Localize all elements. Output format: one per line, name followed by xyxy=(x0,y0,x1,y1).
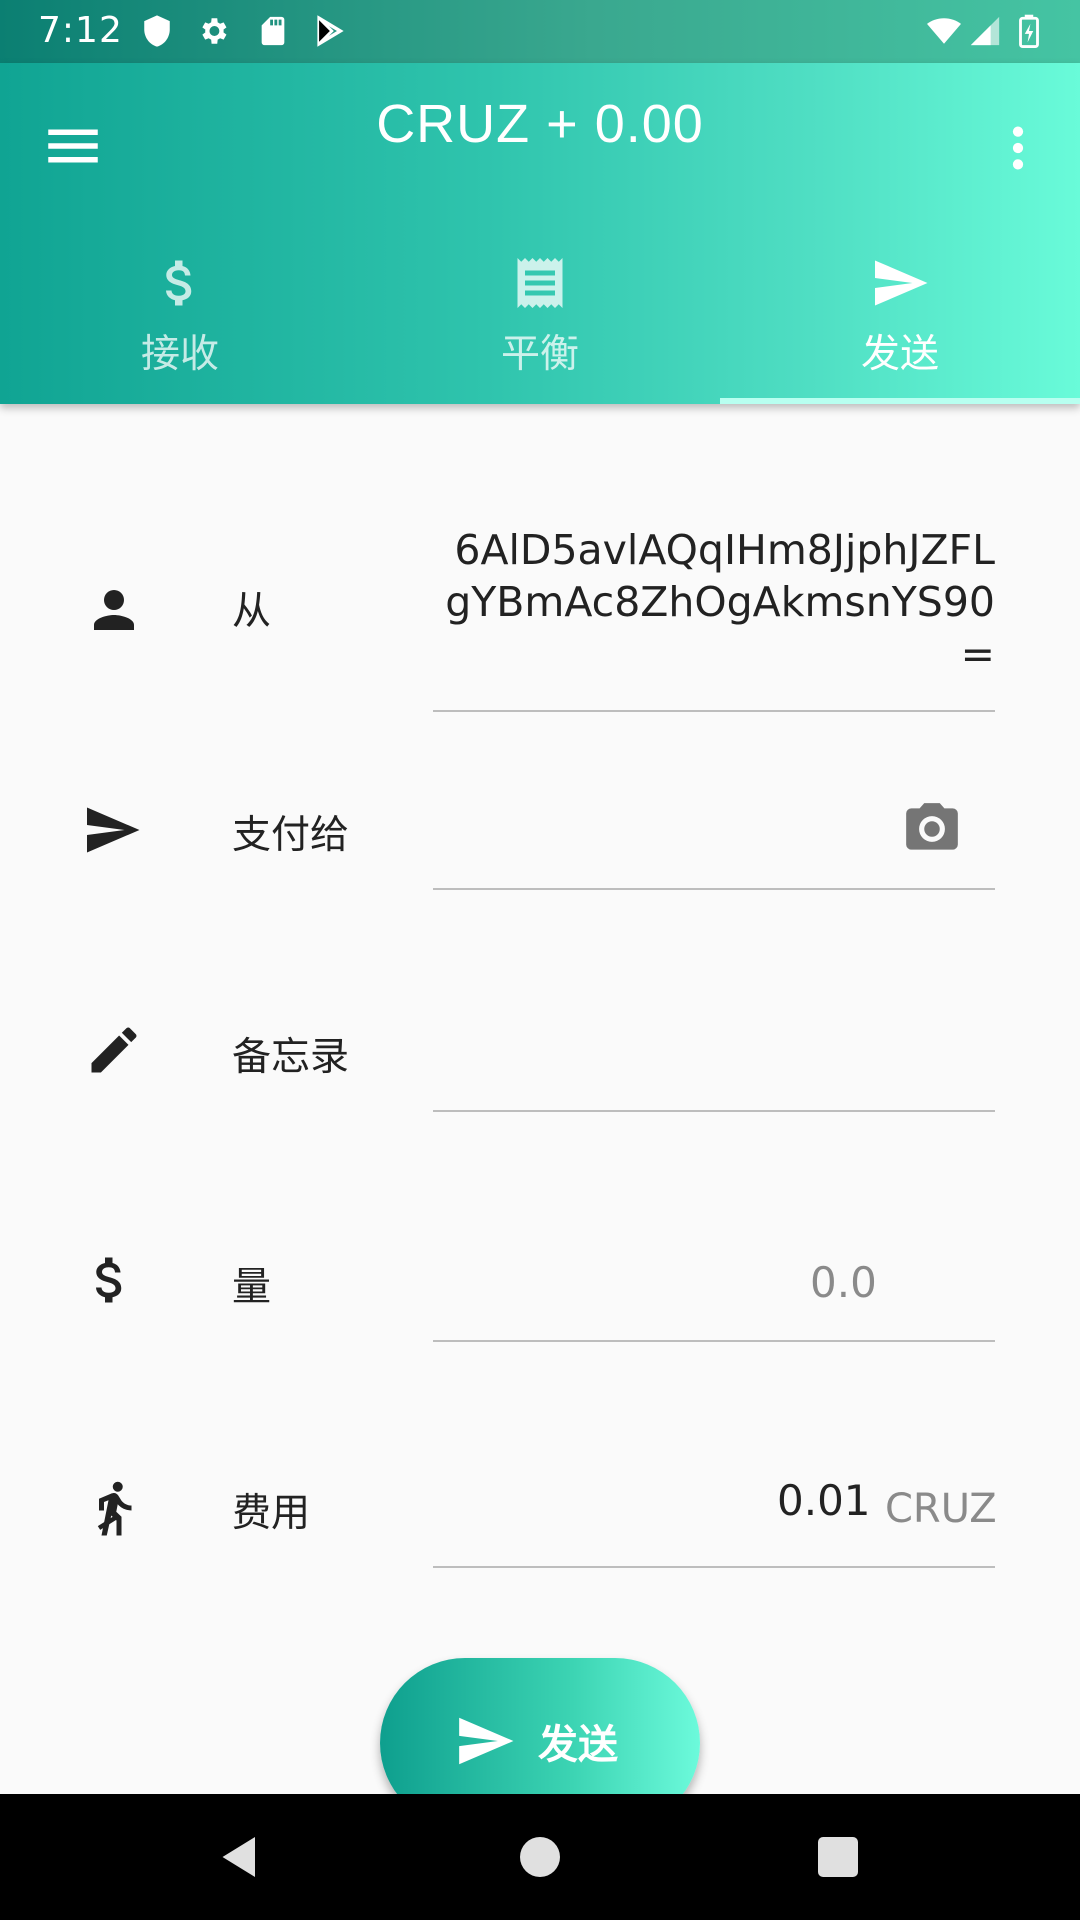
from-row: 从 6AlD5avlAQqIHm8JjphJZFLgYBmAc8ZhOgAkms… xyxy=(0,520,1080,720)
from-field[interactable]: 6AlD5avlAQqIHm8JjphJZFLgYBmAc8ZhOgAkmsnY… xyxy=(433,524,995,712)
memo-label: 备忘录 xyxy=(232,1035,350,1080)
shield-icon xyxy=(144,15,170,47)
amount-placeholder: 0.0 xyxy=(810,1258,877,1307)
play-store-icon xyxy=(317,15,344,47)
more-options-icon[interactable] xyxy=(990,115,1046,181)
wifi-icon xyxy=(927,18,961,44)
from-label: 从 xyxy=(232,589,272,634)
tab-bar: 接收 平衡 发送 xyxy=(0,223,1080,404)
memo-field[interactable] xyxy=(433,990,995,1112)
receipt-icon xyxy=(517,258,563,308)
pay-to-field[interactable] xyxy=(433,770,995,890)
home-icon[interactable] xyxy=(510,1827,570,1887)
send-icon xyxy=(87,807,140,853)
battery-icon xyxy=(1019,14,1039,48)
sd-card-icon xyxy=(261,16,285,46)
send-button-label: 发送 xyxy=(538,1722,618,1768)
pencil-icon xyxy=(91,1027,137,1073)
app-bar: CRUZ + 0.00 接收 平衡 发送 xyxy=(0,63,1080,404)
tab-balance[interactable]: 平衡 xyxy=(360,223,720,404)
fee-label: 费用 xyxy=(232,1491,311,1536)
tab-send[interactable]: 发送 xyxy=(720,223,1080,404)
dollar-icon xyxy=(166,260,192,306)
gear-icon xyxy=(202,18,227,44)
memo-row: 备忘录 xyxy=(0,990,1080,1112)
send-icon xyxy=(459,1717,514,1765)
navigation-bar xyxy=(0,1794,1080,1920)
dollar-icon xyxy=(96,1257,122,1303)
page-title: CRUZ + 0.00 xyxy=(376,94,704,154)
amount-label: 量 xyxy=(232,1265,272,1310)
fee-field[interactable]: 0.01 CRUZ xyxy=(433,1446,997,1568)
pay-to-row: 支付给 xyxy=(0,770,1080,890)
fee-unit: CRUZ xyxy=(885,1486,997,1532)
send-icon xyxy=(875,260,928,306)
person-icon xyxy=(94,590,134,630)
pay-to-label: 支付给 xyxy=(232,813,350,858)
signal-icon xyxy=(970,16,1000,46)
walking-icon xyxy=(97,1481,132,1536)
back-icon[interactable] xyxy=(210,1827,270,1887)
camera-icon[interactable] xyxy=(901,798,963,860)
status-time: 7:12 xyxy=(38,10,123,51)
status-bar: 7:12 xyxy=(0,0,1080,63)
recents-icon[interactable] xyxy=(808,1827,868,1887)
tab-send-label: 发送 xyxy=(860,332,939,377)
tab-receive-label: 接收 xyxy=(140,332,219,377)
amount-field[interactable]: 0.0 xyxy=(433,1220,995,1342)
amount-row: 量 0.0 xyxy=(0,1220,1080,1342)
tab-receive[interactable]: 接收 xyxy=(0,223,360,404)
from-address: 6AlD5avlAQqIHm8JjphJZFLgYBmAc8ZhOgAkmsnY… xyxy=(445,526,995,678)
fee-row: 费用 0.01 CRUZ xyxy=(0,1446,1080,1568)
fee-value[interactable]: 0.01 xyxy=(777,1476,871,1525)
tab-indicator xyxy=(720,398,1080,404)
tab-balance-label: 平衡 xyxy=(500,332,579,377)
